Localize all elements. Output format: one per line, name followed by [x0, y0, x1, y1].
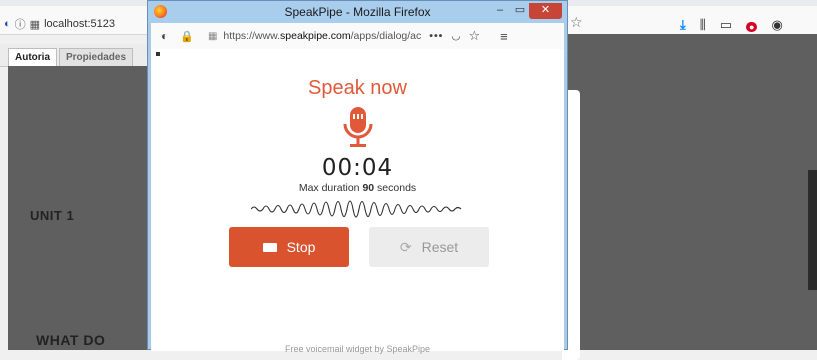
tab-autoria[interactable]: Autoria: [8, 48, 57, 66]
popup-url-bar[interactable]: ◐ 🔒 ▦ https://www.speakpipe.com/apps/dia…: [151, 23, 564, 50]
reset-button[interactable]: ⟳ Reset: [369, 227, 489, 267]
microphone-icon: [343, 107, 373, 147]
side-panel-tab[interactable]: [808, 170, 817, 290]
popup-url[interactable]: https://www.speakpipe.com/apps/dialog/ac: [223, 30, 421, 42]
stop-button[interactable]: Stop: [229, 227, 349, 267]
minimize-button[interactable]: –: [490, 3, 510, 19]
download-icon[interactable]: ⤓: [680, 17, 686, 33]
addon-icon[interactable]: ●: [746, 18, 758, 33]
pocket-icon[interactable]: ◡: [451, 30, 460, 42]
info-icon[interactable]: ⓘ: [15, 16, 26, 32]
page-marker: [156, 52, 160, 56]
maximize-button[interactable]: ▭: [510, 3, 530, 19]
footer-credit-link[interactable]: Free voicemail widget by SpeakPipe: [151, 344, 564, 354]
url-path: /apps/dialog/ac: [350, 30, 422, 42]
recording-timer: 00:04: [321, 155, 394, 181]
shield-icon[interactable]: ◐: [4, 18, 11, 30]
section-heading: WHAT DO: [36, 332, 106, 348]
extension-icon[interactable]: ◉: [771, 17, 782, 33]
stop-label: Stop: [286, 239, 316, 255]
audio-waveform: [251, 200, 462, 218]
editor-canvas-right: [562, 34, 817, 360]
editor-tabbar: Autoria Propiedades: [0, 44, 156, 67]
bookmark-star-icon[interactable]: ☆: [468, 28, 480, 44]
lock-icon[interactable]: 🔒: [180, 30, 194, 43]
sidebar-icon[interactable]: ▭: [720, 17, 732, 33]
library-icon[interactable]: ⫼: [700, 17, 706, 33]
tab-propiedades[interactable]: Propiedades: [59, 48, 134, 66]
page-icon: ▦: [29, 18, 41, 31]
editor-canvas-left: [8, 66, 148, 350]
close-button[interactable]: ✕: [529, 3, 562, 19]
speakpipe-popup-window: SpeakPipe - Mozilla Firefox – ▭ ✕ ◐ 🔒 ▦ …: [147, 0, 568, 354]
background-right-toolbar: ⤓ ⫼ ▭ ● ◉: [680, 14, 783, 36]
page-title: Speak now: [308, 77, 407, 99]
shield-icon[interactable]: ◐: [161, 29, 168, 43]
url-domain: speakpipe.com: [280, 30, 351, 42]
reset-label: Reset: [421, 239, 459, 255]
refresh-icon: ⟳: [399, 238, 412, 255]
star-icon[interactable]: ☆: [570, 14, 583, 31]
addon-badge: ●: [746, 21, 758, 32]
url-prefix: https://www.: [223, 30, 281, 42]
background-url-bar[interactable]: ◐ ⓘ ▦ localhost:5123: [4, 14, 156, 34]
hamburger-menu-icon[interactable]: ≡: [500, 29, 508, 44]
popup-titlebar[interactable]: SpeakPipe - Mozilla Firefox – ▭ ✕: [148, 1, 567, 23]
stop-icon: [262, 242, 277, 252]
speakpipe-content: Speak now 00:04 Max duration 90 seconds …: [151, 49, 564, 354]
permissions-icon[interactable]: ▦: [208, 31, 217, 42]
page-actions-button[interactable]: •••: [429, 30, 443, 42]
unit-heading: UNIT 1: [30, 208, 75, 223]
background-url-text[interactable]: localhost:5123: [44, 18, 115, 30]
